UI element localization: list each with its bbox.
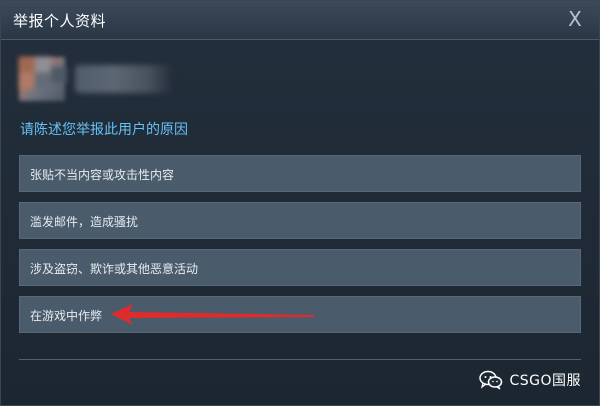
avatar-pixel: [35, 73, 51, 89]
red-arrow-annotation: [111, 304, 314, 325]
report-reason-prompt: 请陈述您举报此用户的原因: [20, 122, 188, 138]
reason-option-label: 张贴不当内容或攻击性内容: [30, 168, 175, 182]
watermark-text: CSGO国服: [509, 373, 581, 389]
avatar-pixel: [51, 67, 67, 83]
wechat-icon: [479, 370, 503, 390]
arrow-shape: [111, 304, 314, 325]
avatar-pixel: [19, 73, 35, 89]
reason-option-label: 涉及盗窃、欺诈或其他恶意活动: [30, 262, 199, 276]
avatar-pixel: [19, 57, 35, 73]
reason-option-label: 在游戏中作弊: [30, 309, 103, 323]
username-blurred: [75, 65, 173, 93]
reason-option-inappropriate-content[interactable]: 张贴不当内容或攻击性内容: [19, 155, 581, 192]
footer-divider: [19, 359, 581, 360]
avatar-pixel: [35, 57, 51, 73]
dialog-title: 举报个人资料: [13, 12, 107, 30]
dialog-titlebar: 举报个人资料 X: [1, 1, 599, 40]
reason-option-theft-fraud[interactable]: 涉及盗窃、欺诈或其他恶意活动: [19, 249, 581, 286]
reason-option-label: 滥发邮件，造成骚扰: [30, 215, 139, 229]
avatar: [19, 57, 67, 101]
reported-user: [19, 57, 173, 103]
report-profile-dialog: 举报个人资料 X 请陈述您举报此用户的原因 张贴不当内容或攻击性内容 滥发邮件，…: [0, 0, 600, 406]
watermark: CSGO国服: [479, 369, 581, 391]
reason-option-spam-harassment[interactable]: 滥发邮件，造成骚扰: [19, 202, 581, 239]
close-button[interactable]: X: [565, 7, 585, 31]
